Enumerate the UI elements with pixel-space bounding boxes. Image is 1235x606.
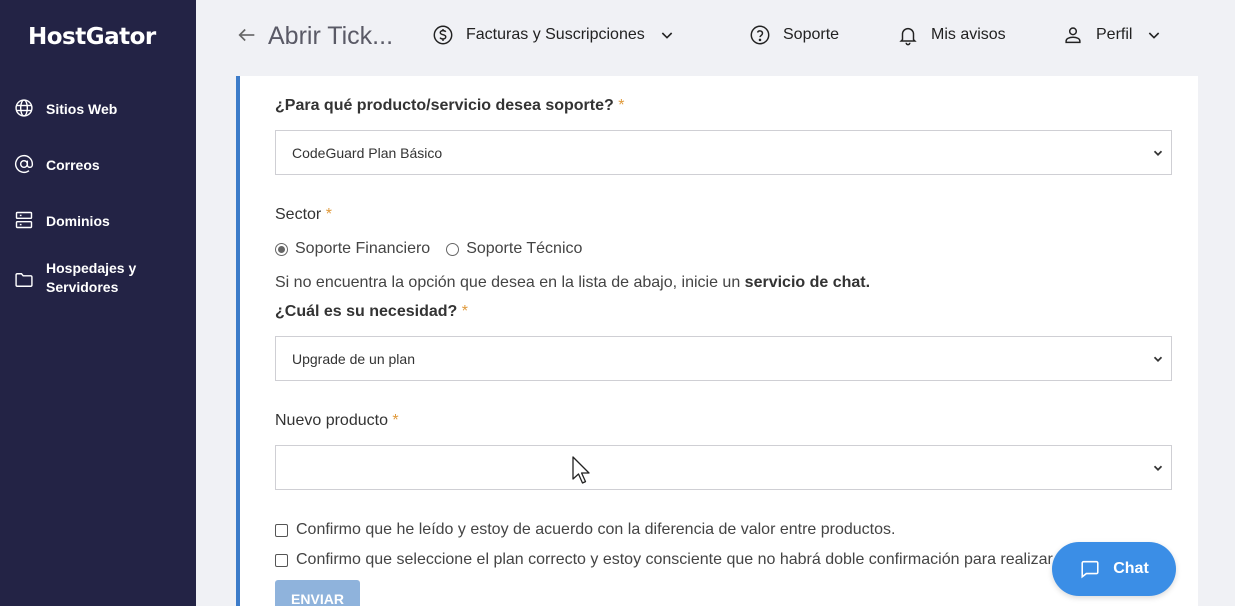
sector-radio-group: Soporte Financiero Soporte Técnico (275, 240, 598, 258)
need-select[interactable]: Upgrade de un plan (275, 336, 1172, 381)
globe-icon (15, 99, 33, 117)
sector-label-text: Sector (275, 206, 322, 223)
product-select[interactable]: CodeGuard Plan Básico (275, 130, 1172, 175)
info-text: Si no encuentra la opción que desea en l… (275, 274, 741, 291)
hostgator-logo[interactable]: HostGator (28, 24, 156, 50)
sidebar-item-label: Dominios (46, 213, 110, 229)
folder-icon (15, 273, 33, 287)
chevron-down-icon (1153, 356, 1163, 362)
sidebar-item-label: Correos (46, 157, 100, 173)
chevron-down-icon (1149, 32, 1160, 39)
billing-label: Facturas y Suscripciones (466, 26, 645, 43)
notices-link[interactable]: Mis avisos (897, 24, 1006, 46)
confirm-price-label[interactable]: Confirmo que he leído y estoy de acuerdo… (296, 521, 895, 539)
required-mark: * (618, 97, 625, 114)
chevron-down-icon (661, 32, 672, 39)
mouse-cursor-icon (572, 456, 590, 484)
support-label: Soporte (783, 26, 840, 43)
new-product-select[interactable] (275, 445, 1172, 490)
submit-button[interactable]: ENVIAR (275, 580, 360, 606)
required-mark: * (325, 206, 332, 223)
product-select-value: CodeGuard Plan Básico (292, 144, 443, 161)
sidebar-item-sitios-web[interactable]: Sitios Web (0, 88, 196, 144)
radio-label-tecnico[interactable]: Soporte Técnico (466, 240, 582, 258)
chat-info-text: Si no encuentra la opción que desea en l… (275, 274, 870, 292)
profile-menu[interactable]: Perfil (1062, 24, 1162, 46)
chevron-down-icon (1153, 150, 1163, 156)
sidebar-nav: Sitios Web Correos Dominios Hospedajes y… (0, 88, 196, 326)
dollar-circle-icon (433, 25, 453, 45)
confirm-price-difference: Confirmo que he leído y estoy de acuerdo… (275, 521, 895, 539)
page-title: Abrir Tick... (268, 22, 394, 50)
sidebar-item-hospedajes[interactable]: Hospedajes y Servidores (0, 256, 196, 326)
sidebar: HostGator Sitios Web Correos Dominios Ho… (0, 0, 196, 606)
new-product-label: Nuevo producto * (275, 412, 399, 430)
user-icon (1065, 27, 1081, 44)
sector-label: Sector * (275, 206, 332, 224)
sidebar-item-correos[interactable]: Correos (0, 144, 196, 200)
required-mark: * (392, 412, 399, 429)
confirm-plan-selection: Confirmo que seleccione el plan correcto… (275, 551, 1070, 569)
top-header: Abrir Tick... Facturas y Suscripciones S… (196, 0, 1235, 72)
product-label-text: ¿Para qué producto/servicio desea soport… (275, 97, 614, 114)
ticket-form-card: ¿Para qué producto/servicio desea soport… (236, 76, 1198, 606)
chat-label: Chat (1113, 560, 1149, 577)
radio-label-financiero[interactable]: Soporte Financiero (295, 240, 430, 258)
sidebar-item-dominios[interactable]: Dominios (0, 200, 196, 256)
new-product-label-text: Nuevo producto (275, 412, 388, 429)
help-circle-icon (750, 25, 770, 45)
need-label-text: ¿Cuál es su necesidad? (275, 303, 458, 320)
confirm-plan-label[interactable]: Confirmo que seleccione el plan correcto… (296, 551, 1070, 569)
confirm-price-checkbox[interactable] (275, 523, 288, 537)
required-mark: * (461, 303, 468, 320)
confirm-plan-checkbox[interactable] (275, 553, 288, 567)
sidebar-item-label: Hospedajes y Servidores (46, 260, 137, 295)
need-select-value: Upgrade de un plan (292, 350, 415, 367)
need-label: ¿Cuál es su necesidad? * (275, 303, 468, 321)
notices-label: Mis avisos (931, 26, 1006, 43)
billing-menu[interactable]: Facturas y Suscripciones (432, 24, 675, 46)
product-label: ¿Para qué producto/servicio desea soport… (275, 97, 624, 115)
chat-service-link[interactable]: servicio de chat. (745, 274, 870, 291)
support-link[interactable]: Soporte (749, 24, 839, 46)
chat-bubble-icon (1081, 560, 1099, 579)
bell-icon (899, 27, 917, 46)
sidebar-item-label: Sitios Web (46, 101, 118, 117)
radio-soporte-tecnico[interactable] (446, 242, 460, 256)
profile-label: Perfil (1096, 26, 1133, 43)
at-icon (14, 155, 34, 174)
chat-button[interactable]: Chat (1052, 542, 1176, 596)
server-icon (15, 211, 33, 229)
radio-soporte-financiero[interactable] (275, 242, 288, 256)
chevron-down-icon (1153, 465, 1163, 471)
back-arrow-icon[interactable] (236, 24, 258, 46)
